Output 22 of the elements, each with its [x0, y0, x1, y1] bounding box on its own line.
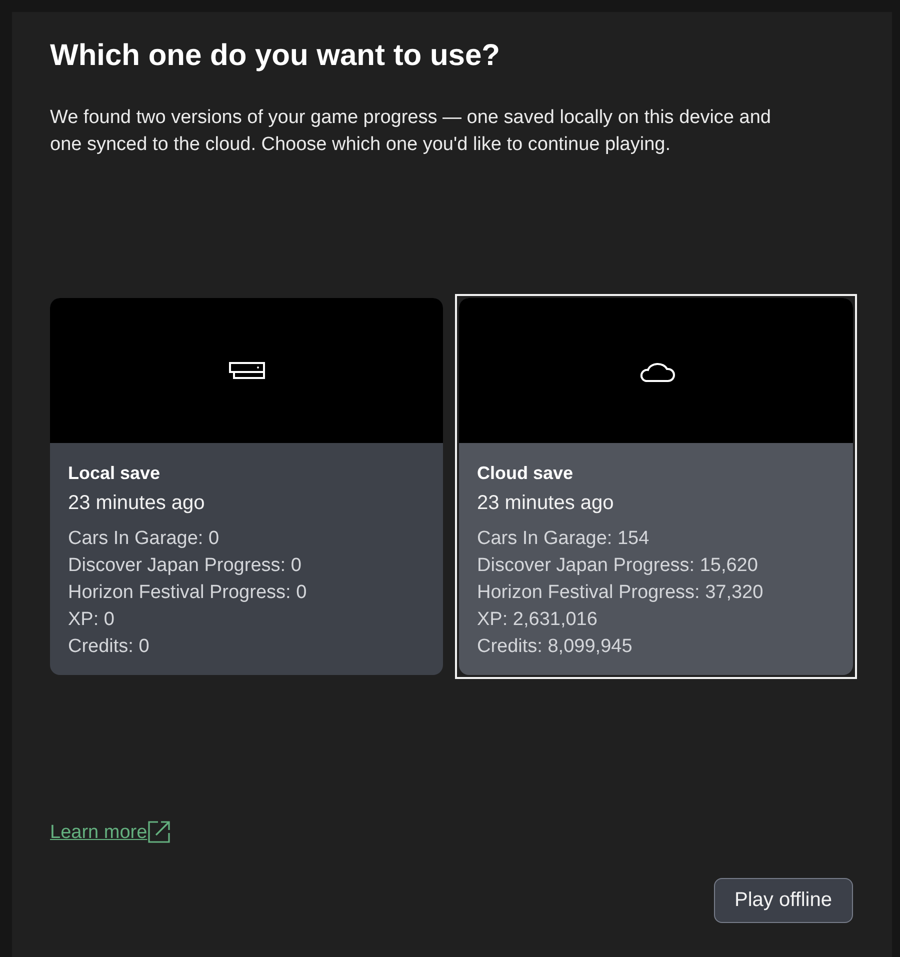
- dialog-description: We found two versions of your game progress — one saved locally on this device and one synced to the cloud. Choose which one you'd like to continue playing.: [50, 106, 772, 157]
- save-stat: Discover Japan Progress: 15,620: [477, 554, 759, 578]
- save-stat: Credits: 0: [68, 635, 150, 659]
- save-stat: Horizon Festival Progress: 37,320: [477, 581, 764, 605]
- save-time: 23 minutes ago: [477, 491, 615, 516]
- save-stat: Horizon Festival Progress: 0: [68, 581, 308, 605]
- console-icon: [228, 362, 264, 379]
- save-stat: Discover Japan Progress: 0: [68, 554, 302, 578]
- save-title: Local save: [68, 462, 162, 485]
- save-stat: XP: 0: [68, 608, 116, 632]
- save-stat: XP: 2,631,016: [477, 608, 598, 632]
- learn-more-link[interactable]: Learn more: [50, 820, 172, 845]
- save-time: 23 minutes ago: [68, 491, 206, 516]
- save-title: Cloud save: [477, 462, 574, 485]
- save-stat: Cars In Garage: 0: [68, 527, 220, 551]
- external-link-icon: [148, 820, 172, 843]
- save-card[interactable]: Cloud save 23 minutes ago Cars In Garage: 154 Discover Japan Progress: 15,620 Horizon Festival Progress: 37,320 XP: 2,631,016 Credits: 8,099,945: [455, 294, 857, 679]
- play-offline-button[interactable]: Play offline: [714, 878, 853, 923]
- save-stat: Credits: 8,099,945: [477, 635, 634, 659]
- save-stat: Cars In Garage: 154: [477, 527, 650, 551]
- dialog-title: Which one do you want to use?: [50, 38, 501, 74]
- save-card[interactable]: Local save 23 minutes ago Cars In Garage: 0 Discover Japan Progress: 0 Horizon Festival Progress: 0 XP: 0 Credits: 0: [50, 298, 443, 675]
